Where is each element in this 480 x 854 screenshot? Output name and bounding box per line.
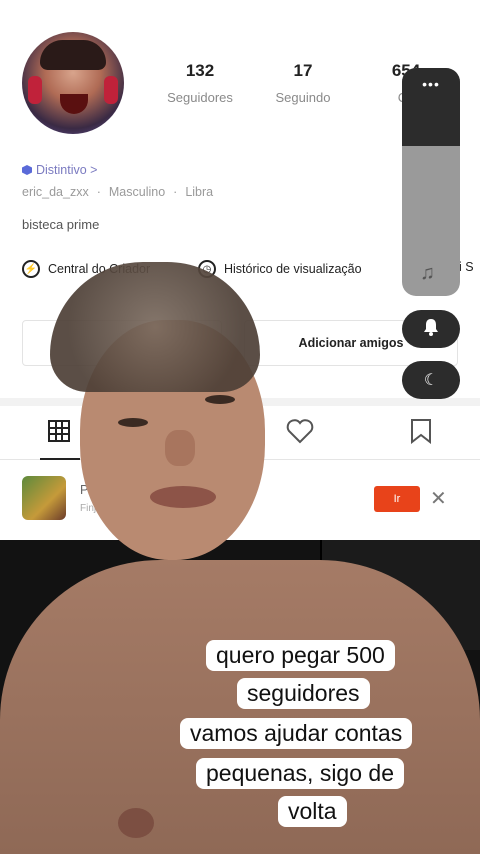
- floating-control-panel[interactable]: ••• ♫: [402, 68, 460, 296]
- promo-go-button[interactable]: Ir: [374, 486, 420, 512]
- followers-label[interactable]: Seguidores: [150, 90, 250, 105]
- username: eric_da_zxx: [22, 185, 89, 199]
- meta-separator: ·: [173, 185, 178, 199]
- person-eye: [205, 395, 235, 404]
- person-nose: [165, 430, 195, 466]
- likes-tab-heart-icon[interactable]: [286, 418, 314, 444]
- badge-link[interactable]: Distintivo >: [22, 163, 97, 177]
- history-label: Histórico de visualização: [224, 262, 362, 276]
- following-count[interactable]: 17: [253, 61, 353, 81]
- bell-icon: [423, 318, 439, 341]
- caption-line: pequenas, sigo de: [196, 758, 404, 789]
- promo-close-icon[interactable]: ✕: [430, 486, 447, 511]
- caption-line: seguidores: [237, 678, 370, 709]
- person-detail: [118, 808, 154, 838]
- profile-meta: eric_da_zxx · Masculino · Libra: [22, 185, 213, 199]
- avatar-mouth: [60, 94, 88, 114]
- moon-button[interactable]: ☾: [402, 361, 460, 399]
- saved-tab-bookmark-icon[interactable]: [410, 418, 432, 445]
- person-hair: [50, 262, 260, 392]
- add-friends-label: Adicionar amigos: [298, 336, 404, 350]
- moon-icon: ☾: [423, 372, 439, 389]
- history-link[interactable]: ◷ Histórico de visualização: [198, 260, 362, 278]
- grid-tab-icon[interactable]: [48, 420, 70, 442]
- badge-hex-icon: [22, 165, 32, 175]
- music-note-icon[interactable]: ♫: [420, 262, 435, 285]
- followers-count[interactable]: 132: [150, 61, 250, 81]
- caption-line: vamos ajudar contas: [180, 718, 413, 749]
- caption-line: quero pegar 500: [206, 640, 395, 671]
- profile-bio: bisteca prime: [22, 217, 100, 232]
- gender: Masculino: [108, 185, 166, 199]
- avatar-headset: [104, 76, 118, 104]
- avatar-hair: [40, 40, 106, 70]
- lightning-icon: ⚡: [22, 260, 40, 278]
- person-lips: [150, 486, 216, 508]
- more-options-icon[interactable]: •••: [402, 76, 460, 92]
- profile-avatar[interactable]: [22, 32, 124, 134]
- person-eye: [118, 418, 148, 427]
- badge-label: Distintivo >: [36, 163, 98, 177]
- meta-separator: ·: [96, 185, 101, 199]
- active-tab-indicator: [40, 458, 80, 460]
- bell-button[interactable]: [402, 310, 460, 348]
- following-label[interactable]: Seguindo: [253, 90, 353, 105]
- avatar-headset: [28, 76, 42, 104]
- zodiac-sign: Libra: [185, 185, 214, 199]
- promo-thumbnail[interactable]: [22, 476, 66, 520]
- caption-line: volta: [278, 796, 347, 827]
